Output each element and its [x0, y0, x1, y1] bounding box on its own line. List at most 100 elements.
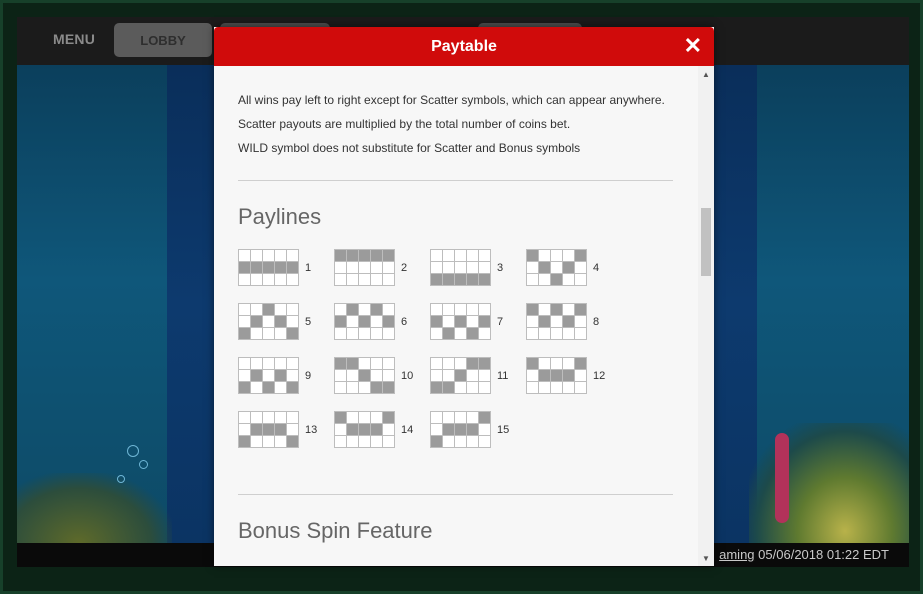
payline-cell [251, 370, 262, 381]
payline-cell [347, 436, 358, 447]
payline-cell [539, 304, 550, 315]
payline-cell [383, 358, 394, 369]
seabed-right [749, 423, 909, 543]
payline-cell [467, 412, 478, 423]
payline-diagram [238, 411, 299, 448]
payline-diagram [430, 411, 491, 448]
payline-cell [239, 382, 250, 393]
payline-cell [251, 424, 262, 435]
payline-cell [455, 412, 466, 423]
payline-item: 2 [334, 249, 407, 286]
payline-cell [551, 358, 562, 369]
payline-cell [479, 370, 490, 381]
payline-number: 11 [497, 369, 509, 382]
payline-number: 14 [401, 423, 414, 436]
payline-cell [347, 424, 358, 435]
payline-cell [551, 262, 562, 273]
payline-cell [551, 382, 562, 393]
payline-diagram [334, 249, 395, 286]
payline-cell [263, 262, 274, 273]
payline-cell [479, 358, 490, 369]
payline-cell [455, 274, 466, 285]
payline-cell [563, 274, 574, 285]
payline-cell [335, 382, 346, 393]
payline-cell [371, 412, 382, 423]
payline-cell [539, 250, 550, 261]
payline-cell [551, 370, 562, 381]
paytable-modal: Paytable ✕ All wins pay left to right ex… [214, 27, 714, 566]
payline-cell [371, 250, 382, 261]
status-link[interactable]: aming [719, 547, 754, 562]
payline-cell [563, 328, 574, 339]
payline-cell [371, 370, 382, 381]
close-icon[interactable]: ✕ [684, 34, 702, 58]
payline-item: 5 [238, 303, 311, 340]
payline-cell [335, 250, 346, 261]
payline-cell [443, 316, 454, 327]
payline-cell [359, 424, 370, 435]
payline-cell [335, 262, 346, 273]
payline-cell [467, 262, 478, 273]
payline-cell [443, 370, 454, 381]
modal-scrollbar[interactable]: ▲ ▼ [698, 66, 714, 566]
payline-cell [467, 382, 478, 393]
payline-cell [551, 274, 562, 285]
payline-cell [335, 424, 346, 435]
payline-cell [467, 436, 478, 447]
payline-cell [563, 370, 574, 381]
payline-cell [443, 382, 454, 393]
payline-item: 12 [526, 357, 605, 394]
payline-cell [539, 382, 550, 393]
scroll-thumb[interactable] [701, 208, 711, 276]
payline-cell [455, 358, 466, 369]
payline-cell [479, 424, 490, 435]
payline-cell [275, 328, 286, 339]
payline-cell [467, 328, 478, 339]
lobby-button[interactable]: LOBBY [114, 23, 212, 57]
payline-cell [455, 382, 466, 393]
payline-cell [371, 382, 382, 393]
bubble [127, 445, 139, 457]
payline-cell [251, 274, 262, 285]
payline-cell [443, 412, 454, 423]
coral [775, 433, 789, 523]
payline-diagram [238, 303, 299, 340]
scroll-down-icon[interactable]: ▼ [698, 550, 714, 566]
payline-cell [263, 382, 274, 393]
payline-cell [431, 316, 442, 327]
payline-cell [347, 316, 358, 327]
payline-number: 9 [305, 369, 312, 382]
payline-cell [347, 328, 358, 339]
payline-cell [335, 304, 346, 315]
payline-cell [467, 370, 478, 381]
payline-cell [383, 250, 394, 261]
payline-number: 15 [497, 423, 510, 436]
payline-cell [359, 304, 370, 315]
payline-cell [383, 412, 394, 423]
payline-cell [275, 358, 286, 369]
status-datetime: 05/06/2018 01:22 EDT [758, 547, 889, 562]
menu-button[interactable]: MENU [53, 31, 95, 47]
paylines-title: Paylines [238, 204, 322, 229]
payline-cell [287, 412, 298, 423]
payline-item: 9 [238, 357, 311, 394]
payline-cell [251, 358, 262, 369]
payline-cell [431, 274, 442, 285]
payline-cell [575, 328, 586, 339]
rule-line: WILD symbol does not substitute for Scat… [238, 141, 581, 155]
payline-cell [383, 262, 394, 273]
payline-cell [335, 274, 346, 285]
payline-cell [575, 382, 586, 393]
payline-cell [563, 250, 574, 261]
payline-cell [347, 274, 358, 285]
payline-cell [383, 424, 394, 435]
scroll-up-icon[interactable]: ▲ [698, 66, 714, 82]
payline-cell [527, 304, 538, 315]
payline-cell [287, 250, 298, 261]
payline-cell [527, 262, 538, 273]
payline-cell [347, 262, 358, 273]
payline-cell [479, 316, 490, 327]
payline-cell [479, 304, 490, 315]
payline-cell [287, 358, 298, 369]
payline-number: 3 [497, 261, 504, 274]
